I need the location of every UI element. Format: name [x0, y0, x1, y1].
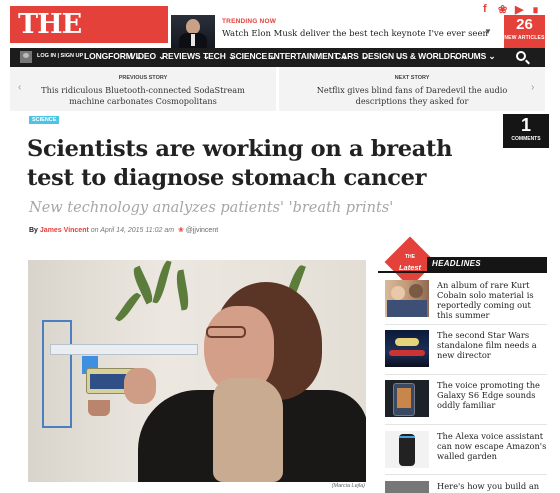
- site-logo[interactable]: THE VERGE: [10, 6, 168, 77]
- next-story-title[interactable]: Netflix gives blind fans of Daredevil th…: [279, 85, 545, 107]
- next-story-label: NEXT STORY: [394, 75, 430, 81]
- trending-thumbnail[interactable]: [171, 15, 215, 48]
- nav-item-forums[interactable]: FORUMS ⌄: [450, 51, 496, 62]
- trending-link[interactable]: Watch Elon Musk deliver the best tech ke…: [222, 29, 488, 39]
- headline-thumbnail[interactable]: [385, 380, 429, 417]
- headline-thumbnail[interactable]: [385, 431, 429, 468]
- headline-text[interactable]: An album of rare Kurt Cobain solo materi…: [437, 280, 547, 320]
- headline-thumbnail[interactable]: [385, 280, 429, 317]
- trending-label: TRENDING NOW: [222, 18, 277, 25]
- new-articles-count: 26: [516, 16, 533, 33]
- comments-badge[interactable]: 1 COMMENTS: [503, 114, 549, 148]
- article-headline: Scientists are working on a breath test …: [27, 136, 453, 191]
- new-articles-label: NEW ARTICLES: [504, 35, 545, 41]
- headline-separator: [385, 424, 547, 425]
- previous-story-label: PREVIOUS STORY: [118, 75, 168, 81]
- headline-item[interactable]: Here's how you build an: [385, 481, 547, 493]
- headline-item[interactable]: An album of rare Kurt Cobain solo materi…: [385, 280, 547, 320]
- latest-badge-top: THE: [405, 254, 415, 260]
- site-header: THE VERGE TRENDING NOW Watch Elon Musk d…: [0, 0, 560, 77]
- login-link[interactable]: LOG IN | SIGN UP: [37, 53, 83, 59]
- author-twitter-handle[interactable]: @jjvincent: [186, 227, 218, 234]
- article-hero-image: [28, 260, 366, 482]
- headline-thumbnail[interactable]: [385, 330, 429, 367]
- publish-date: on April 14, 2015 11:02 am: [90, 227, 175, 234]
- previous-story[interactable]: ‹ PREVIOUS STORY This ridiculous Bluetoo…: [10, 67, 276, 111]
- headlines-divider: [378, 271, 547, 273]
- facebook-icon[interactable]: f: [483, 3, 487, 15]
- headline-item[interactable]: The Alexa voice assistant can now escape…: [385, 431, 547, 471]
- headlines-title: HEADLINES: [432, 259, 481, 268]
- headline-item[interactable]: The second Star Wars standalone film nee…: [385, 330, 547, 370]
- category-tag[interactable]: SCIENCE: [29, 116, 60, 124]
- search-icon[interactable]: [516, 51, 526, 61]
- nav-item-video[interactable]: VIDEO ⌄: [130, 51, 165, 62]
- photo-credit: (Marcia Lejla): [331, 483, 365, 489]
- new-articles-badge[interactable]: 26 NEW ARTICLES: [504, 15, 545, 48]
- headline-thumbnail[interactable]: [385, 481, 429, 493]
- headline-text[interactable]: The Alexa voice assistant can now escape…: [437, 431, 547, 461]
- headline-separator: [385, 474, 547, 475]
- next-story[interactable]: › NEXT STORY Netflix gives blind fans of…: [279, 67, 545, 111]
- headline-separator: [385, 324, 547, 325]
- byline: By James Vincent on April 14, 2015 11:02…: [29, 226, 218, 234]
- headline-text[interactable]: Here's how you build an: [437, 481, 547, 491]
- main-nav: LOG IN | SIGN UP LONGFORM ⌄ VIDEO ⌄ REVI…: [10, 48, 545, 67]
- comments-count: 1: [520, 115, 531, 135]
- chevron-down-icon[interactable]: ▼: [484, 27, 492, 36]
- byline-prefix: By: [29, 227, 38, 234]
- headline-text[interactable]: The voice promoting the Galaxy S6 Edge s…: [437, 380, 547, 410]
- comments-label: COMMENTS: [511, 136, 541, 142]
- user-avatar-icon[interactable]: [20, 51, 32, 63]
- headline-text[interactable]: The second Star Wars standalone film nee…: [437, 330, 547, 360]
- headline-separator: [385, 374, 547, 375]
- headline-item[interactable]: The voice promoting the Galaxy S6 Edge s…: [385, 380, 547, 420]
- author-link[interactable]: James Vincent: [40, 227, 89, 234]
- twitter-icon: ❀: [177, 227, 184, 234]
- previous-story-title[interactable]: This ridiculous Bluetooth-connected Soda…: [10, 85, 276, 107]
- article-subhead: New technology analyzes patients' 'breat…: [29, 200, 394, 216]
